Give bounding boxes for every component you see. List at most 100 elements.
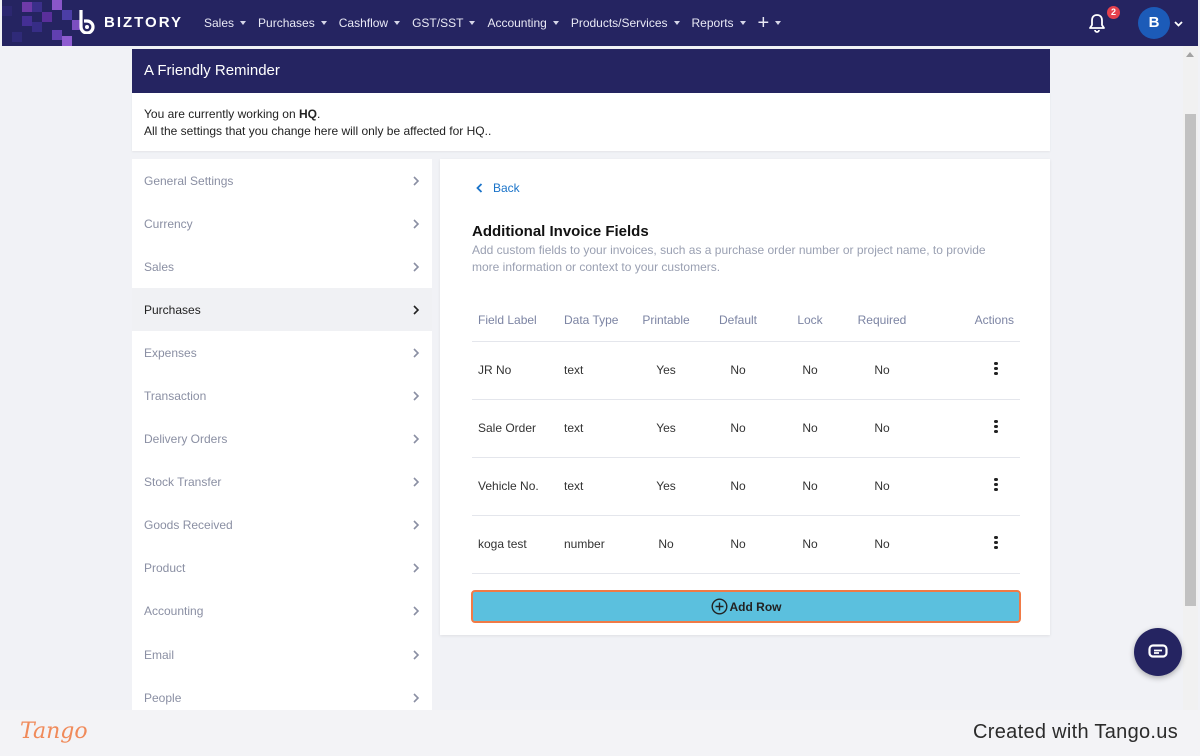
cell-required: No xyxy=(846,457,918,516)
add-row-label: Add Row xyxy=(729,599,782,614)
more-vertical-icon[interactable] xyxy=(994,535,998,550)
created-with-text: Created with Tango.us xyxy=(973,721,1178,743)
page-description: Add custom fields to your invoices, such… xyxy=(472,243,986,274)
reminder-header: A Friendly Reminder xyxy=(132,49,1050,93)
menu-reports[interactable]: Reports xyxy=(692,16,746,30)
menu-cashflow[interactable]: Cashflow xyxy=(339,16,401,30)
chevron-down-icon xyxy=(320,21,327,25)
chevron-down-icon xyxy=(552,21,559,25)
sidebar-item-transaction[interactable]: Transaction xyxy=(132,374,432,417)
biztory-logo[interactable]: BIZTORY xyxy=(78,10,183,34)
cell-lock: No xyxy=(774,515,846,574)
table-row: koga test number No No No No xyxy=(472,515,1020,574)
cell-lock: No xyxy=(774,399,846,458)
cell-required: No xyxy=(846,515,918,574)
menu-products-services[interactable]: Products/Services xyxy=(571,16,680,30)
sidebar-item-label: Product xyxy=(144,561,186,576)
cell-printable: No xyxy=(630,515,702,574)
scroll-up-arrow-icon[interactable] xyxy=(1186,52,1194,57)
chevron-right-icon xyxy=(413,520,420,530)
scrollbar-thumb[interactable] xyxy=(1185,114,1196,606)
chevron-down-icon xyxy=(240,21,247,25)
sidebar-item-label: Stock Transfer xyxy=(144,475,222,490)
chevron-right-icon xyxy=(413,650,420,660)
chevron-down-icon[interactable] xyxy=(1174,19,1183,28)
cell-printable: Yes xyxy=(630,341,702,400)
cell-actions xyxy=(918,515,1020,574)
cell-actions xyxy=(918,341,1020,400)
sidebar-item-delivery-orders[interactable]: Delivery Orders xyxy=(132,418,432,461)
chat-launcher-button[interactable] xyxy=(1134,628,1182,676)
sidebar-item-currency[interactable]: Currency xyxy=(132,202,432,245)
sidebar-item-label: General Settings xyxy=(144,173,234,188)
sidebar-item-product[interactable]: Product xyxy=(132,547,432,590)
column-header-actions: Actions xyxy=(918,299,1020,342)
sidebar-item-email[interactable]: Email xyxy=(132,633,432,676)
chevron-left-icon xyxy=(476,183,483,193)
menu-reports-label: Reports xyxy=(691,16,734,30)
menu-gst-sst[interactable]: GST/SST xyxy=(412,16,476,30)
brand-name: BIZTORY xyxy=(104,13,184,31)
cell-default: No xyxy=(702,399,774,458)
page-scrollbar[interactable] xyxy=(1183,46,1198,710)
chevron-right-icon xyxy=(413,693,420,703)
tango-logo: Tango xyxy=(20,719,88,744)
sidebar-item-sales[interactable]: Sales xyxy=(132,245,432,288)
menu-sales[interactable]: Sales xyxy=(204,16,247,30)
more-vertical-icon[interactable] xyxy=(994,361,998,376)
table-header-row: Field Label Data Type Printable Default … xyxy=(472,299,1020,342)
additional-invoice-fields-card: Back Additional Invoice Fields Add custo… xyxy=(440,159,1050,635)
reminder-suffix: . xyxy=(316,107,321,121)
sidebar-item-expenses[interactable]: Expenses xyxy=(132,331,432,374)
table-row: Sale Order text Yes No No No xyxy=(472,399,1020,458)
chevron-right-icon xyxy=(413,219,420,229)
reminder-branch: HQ xyxy=(298,107,317,121)
top-navbar: BIZTORY Sales Purchases Cashflow GST/SST… xyxy=(2,0,1198,46)
table-row: Vehicle No. text Yes No No No xyxy=(472,457,1020,516)
chevron-right-icon xyxy=(413,563,420,573)
settings-sidebar: General Settings Currency Sales Purchase… xyxy=(132,159,432,719)
sidebar-item-label: Accounting xyxy=(144,604,204,619)
cell-default: No xyxy=(702,457,774,516)
cell-field-label: Vehicle No. xyxy=(472,457,558,516)
sidebar-item-label: Delivery Orders xyxy=(144,432,228,447)
plus-circle-icon xyxy=(710,598,728,615)
menu-sales-label: Sales xyxy=(204,16,235,30)
chevron-right-icon xyxy=(413,606,420,617)
bell-icon[interactable] xyxy=(1088,13,1106,33)
sidebar-item-label: Transaction xyxy=(144,389,207,404)
chevron-down-icon xyxy=(394,21,401,25)
sidebar-item-label: Expenses xyxy=(144,345,197,360)
back-link[interactable]: Back xyxy=(476,181,520,195)
chevron-right-icon xyxy=(413,391,420,401)
sidebar-item-label: People xyxy=(144,690,182,705)
cell-data-type: text xyxy=(558,399,630,458)
add-row-button[interactable]: Add Row xyxy=(471,590,1021,623)
column-header-lock: Lock xyxy=(774,299,846,342)
sidebar-item-accounting[interactable]: Accounting xyxy=(132,590,432,633)
cell-printable: Yes xyxy=(630,457,702,516)
cell-actions xyxy=(918,399,1020,458)
sidebar-item-label: Sales xyxy=(144,259,175,274)
sidebar-item-stock-transfer[interactable]: Stock Transfer xyxy=(132,461,432,504)
sidebar-item-purchases[interactable]: Purchases xyxy=(132,288,432,332)
more-vertical-icon[interactable] xyxy=(994,419,998,434)
more-vertical-icon[interactable] xyxy=(994,477,998,492)
menu-purchases[interactable]: Purchases xyxy=(258,16,327,30)
invoice-fields-table: Field Label Data Type Printable Default … xyxy=(472,299,1020,574)
avatar[interactable]: B xyxy=(1138,7,1170,39)
cell-data-type: number xyxy=(558,515,630,574)
cell-data-type: text xyxy=(558,457,630,516)
table-row: JR No text Yes No No No xyxy=(472,341,1020,400)
menu-purchases-label: Purchases xyxy=(258,16,315,30)
cell-data-type: text xyxy=(558,341,630,400)
sidebar-item-goods-received[interactable]: Goods Received xyxy=(132,504,432,547)
sidebar-item-general-settings[interactable]: General Settings xyxy=(132,159,432,202)
menu-add[interactable]: + xyxy=(758,13,782,33)
chevron-right-icon xyxy=(413,175,420,186)
cell-field-label: Sale Order xyxy=(472,399,558,458)
chevron-right-icon xyxy=(413,348,420,358)
menu-accounting[interactable]: Accounting xyxy=(487,16,559,30)
column-header-default: Default xyxy=(702,299,774,342)
chevron-down-icon xyxy=(775,21,782,25)
